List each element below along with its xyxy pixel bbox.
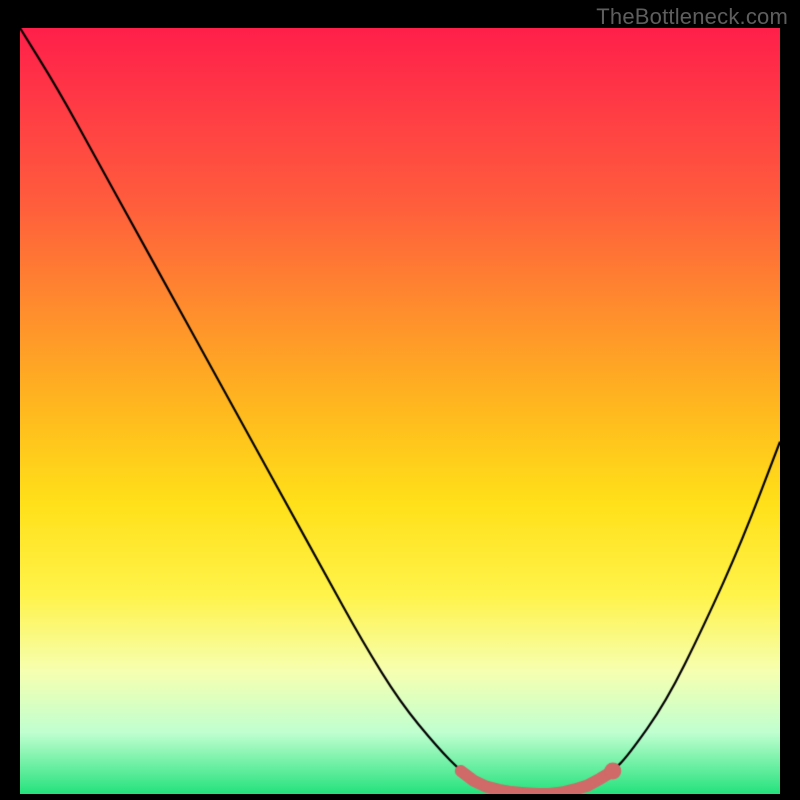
gradient-background bbox=[20, 28, 780, 794]
chart-frame: TheBottleneck.com bbox=[0, 0, 800, 800]
attribution-text: TheBottleneck.com bbox=[596, 4, 788, 30]
plot-area bbox=[20, 28, 780, 794]
